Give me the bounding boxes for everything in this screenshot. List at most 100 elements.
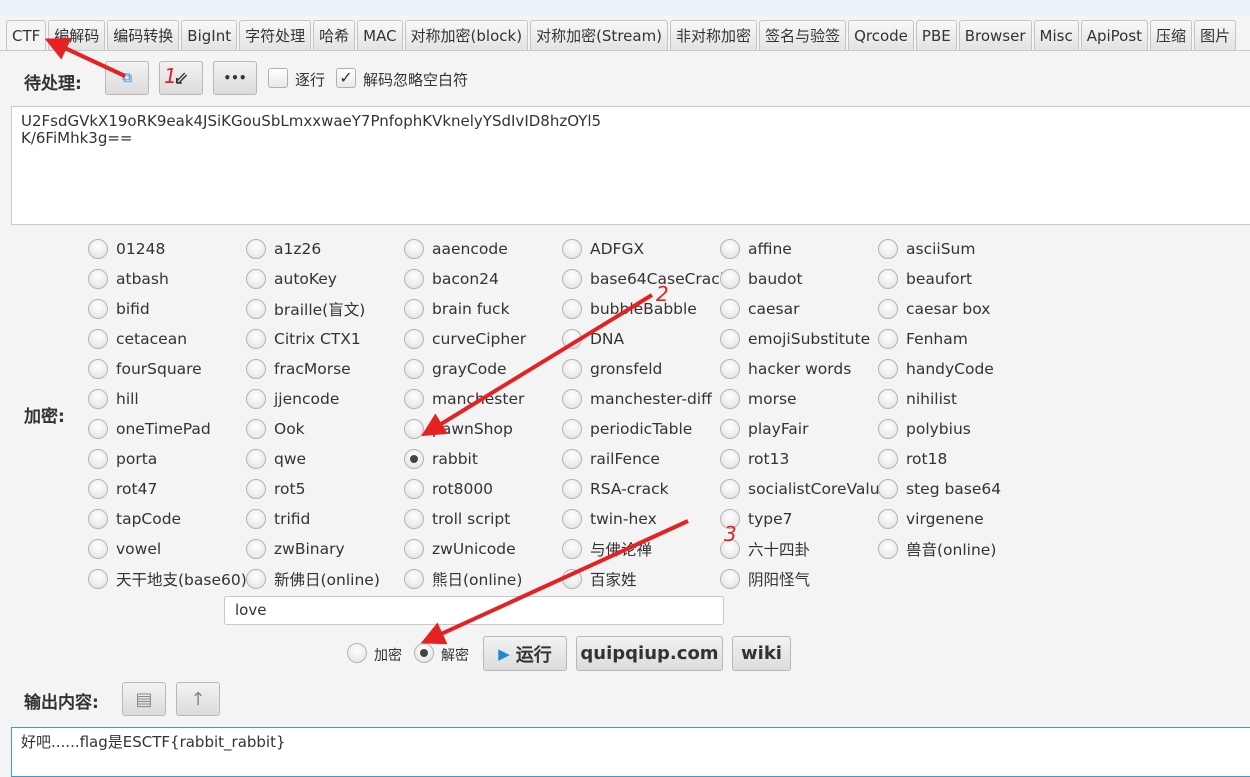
algorithm-option[interactable]: rot8000: [404, 474, 562, 504]
tab-16[interactable]: 压缩: [1150, 20, 1193, 51]
algorithm-option[interactable]: manchester: [404, 384, 562, 414]
algorithm-option[interactable]: virgenene: [878, 504, 1036, 534]
tab-8[interactable]: 对称加密(Stream): [530, 20, 669, 51]
algorithm-option[interactable]: Ook: [246, 414, 404, 444]
algorithm-radio[interactable]: [562, 479, 582, 499]
algorithm-radio[interactable]: [246, 539, 266, 559]
algorithm-option[interactable]: playFair: [720, 414, 878, 444]
algorithm-radio[interactable]: [404, 569, 424, 589]
algorithm-option[interactable]: jjencode: [246, 384, 404, 414]
algorithm-radio[interactable]: [720, 329, 740, 349]
algorithm-option[interactable]: bacon24: [404, 264, 562, 294]
algorithm-radio[interactable]: [562, 389, 582, 409]
algorithm-radio[interactable]: [720, 479, 740, 499]
algorithm-option[interactable]: hill: [88, 384, 246, 414]
algorithm-radio[interactable]: [246, 239, 266, 259]
tab-3[interactable]: BigInt: [181, 20, 238, 51]
tab-9[interactable]: 非对称加密: [670, 20, 758, 51]
quipqiup-button[interactable]: quipqiup.com: [576, 636, 723, 671]
algorithm-radio[interactable]: [720, 449, 740, 469]
algorithm-option[interactable]: 熊日(online): [404, 564, 562, 594]
algorithm-radio[interactable]: [88, 269, 108, 289]
algorithm-radio[interactable]: [562, 299, 582, 319]
tab-7[interactable]: 对称加密(block): [404, 20, 529, 51]
algorithm-radio[interactable]: [720, 239, 740, 259]
algorithm-option[interactable]: base64CaseCrack: [562, 264, 729, 294]
algorithm-radio[interactable]: [88, 449, 108, 469]
algorithm-option[interactable]: tapCode: [88, 504, 246, 534]
algorithm-option[interactable]: porta: [88, 444, 246, 474]
algorithm-radio[interactable]: [246, 419, 266, 439]
tab-4[interactable]: 字符处理: [239, 20, 312, 51]
algorithm-option[interactable]: beaufort: [878, 264, 1036, 294]
tab-6[interactable]: MAC: [357, 20, 403, 51]
tab-14[interactable]: Misc: [1033, 20, 1079, 51]
algorithm-radio[interactable]: [878, 539, 898, 559]
algorithm-radio[interactable]: [88, 359, 108, 379]
algorithm-option[interactable]: bifid: [88, 294, 246, 324]
algorithm-radio[interactable]: [720, 389, 740, 409]
move-up-button[interactable]: ↑: [176, 682, 220, 716]
algorithm-radio[interactable]: [88, 479, 108, 499]
algorithm-option[interactable]: atbash: [88, 264, 246, 294]
algorithm-option[interactable]: troll script: [404, 504, 562, 534]
algorithm-radio[interactable]: [404, 419, 424, 439]
more-button[interactable]: •••: [213, 61, 257, 95]
algorithm-option[interactable]: a1z26: [246, 234, 404, 264]
algorithm-option[interactable]: brain fuck: [404, 294, 562, 324]
tab-1[interactable]: 编解码: [48, 20, 106, 51]
algorithm-radio[interactable]: [878, 419, 898, 439]
key-input[interactable]: love: [224, 596, 724, 625]
algorithm-radio[interactable]: [720, 359, 740, 379]
tab-17[interactable]: 图片: [1194, 20, 1237, 51]
algorithm-option[interactable]: twin-hex: [562, 504, 720, 534]
tab-15[interactable]: ApiPost: [1080, 20, 1149, 51]
algorithm-radio[interactable]: [88, 239, 108, 259]
algorithm-option[interactable]: fourSquare: [88, 354, 246, 384]
algorithm-radio[interactable]: [404, 299, 424, 319]
algorithm-radio[interactable]: [562, 239, 582, 259]
line-by-line-checkbox[interactable]: [268, 68, 288, 88]
algorithm-option[interactable]: qwe: [246, 444, 404, 474]
tab-2[interactable]: 编码转换: [107, 20, 180, 51]
algorithm-radio[interactable]: [246, 269, 266, 289]
algorithm-option[interactable]: RSA-crack: [562, 474, 720, 504]
algorithm-radio[interactable]: [720, 419, 740, 439]
decrypt-mode-radio[interactable]: [414, 643, 434, 663]
algorithm-radio[interactable]: [878, 269, 898, 289]
algorithm-option[interactable]: handyCode: [878, 354, 1036, 384]
algorithm-option[interactable]: 与佛论禅: [562, 534, 720, 564]
algorithm-radio[interactable]: [88, 539, 108, 559]
algorithm-radio[interactable]: [878, 449, 898, 469]
algorithm-option[interactable]: 天干地支(base60): [88, 564, 247, 594]
algorithm-option[interactable]: railFence: [562, 444, 720, 474]
algorithm-option[interactable]: gronsfeld: [562, 354, 720, 384]
algorithm-radio[interactable]: [88, 329, 108, 349]
algorithm-option[interactable]: vowel: [88, 534, 246, 564]
input-textarea[interactable]: U2FsdGVkX19oRK9eak4JSiKGouSbLmxxwaeY7Pnf…: [11, 106, 1250, 225]
algorithm-option[interactable]: trifid: [246, 504, 404, 534]
algorithm-radio[interactable]: [88, 389, 108, 409]
output-textarea[interactable]: 好吧......flag是ESCTF{rabbit_rabbit}: [11, 727, 1250, 777]
algorithm-option[interactable]: Citrix CTX1: [246, 324, 404, 354]
algorithm-radio[interactable]: [562, 539, 582, 559]
ignore-whitespace-checkbox[interactable]: ✓: [336, 68, 356, 88]
algorithm-radio[interactable]: [562, 329, 582, 349]
encrypt-mode-radio[interactable]: [347, 643, 367, 663]
algorithm-option[interactable]: rot47: [88, 474, 246, 504]
algorithm-radio[interactable]: [562, 419, 582, 439]
algorithm-radio[interactable]: [88, 569, 108, 589]
algorithm-radio[interactable]: [720, 269, 740, 289]
algorithm-option[interactable]: rot5: [246, 474, 404, 504]
algorithm-option[interactable]: caesar box: [878, 294, 1036, 324]
algorithm-radio[interactable]: [562, 449, 582, 469]
algorithm-radio[interactable]: [720, 299, 740, 319]
algorithm-option[interactable]: affine: [720, 234, 878, 264]
algorithm-option[interactable]: rabbit: [404, 444, 562, 474]
algorithm-option[interactable]: zwBinary: [246, 534, 404, 564]
algorithm-radio[interactable]: [878, 359, 898, 379]
tab-12[interactable]: PBE: [915, 20, 957, 51]
algorithm-option[interactable]: morse: [720, 384, 878, 414]
algorithm-option[interactable]: bubbleBabble: [562, 294, 720, 324]
copy-output-button[interactable]: ▤: [122, 682, 166, 716]
